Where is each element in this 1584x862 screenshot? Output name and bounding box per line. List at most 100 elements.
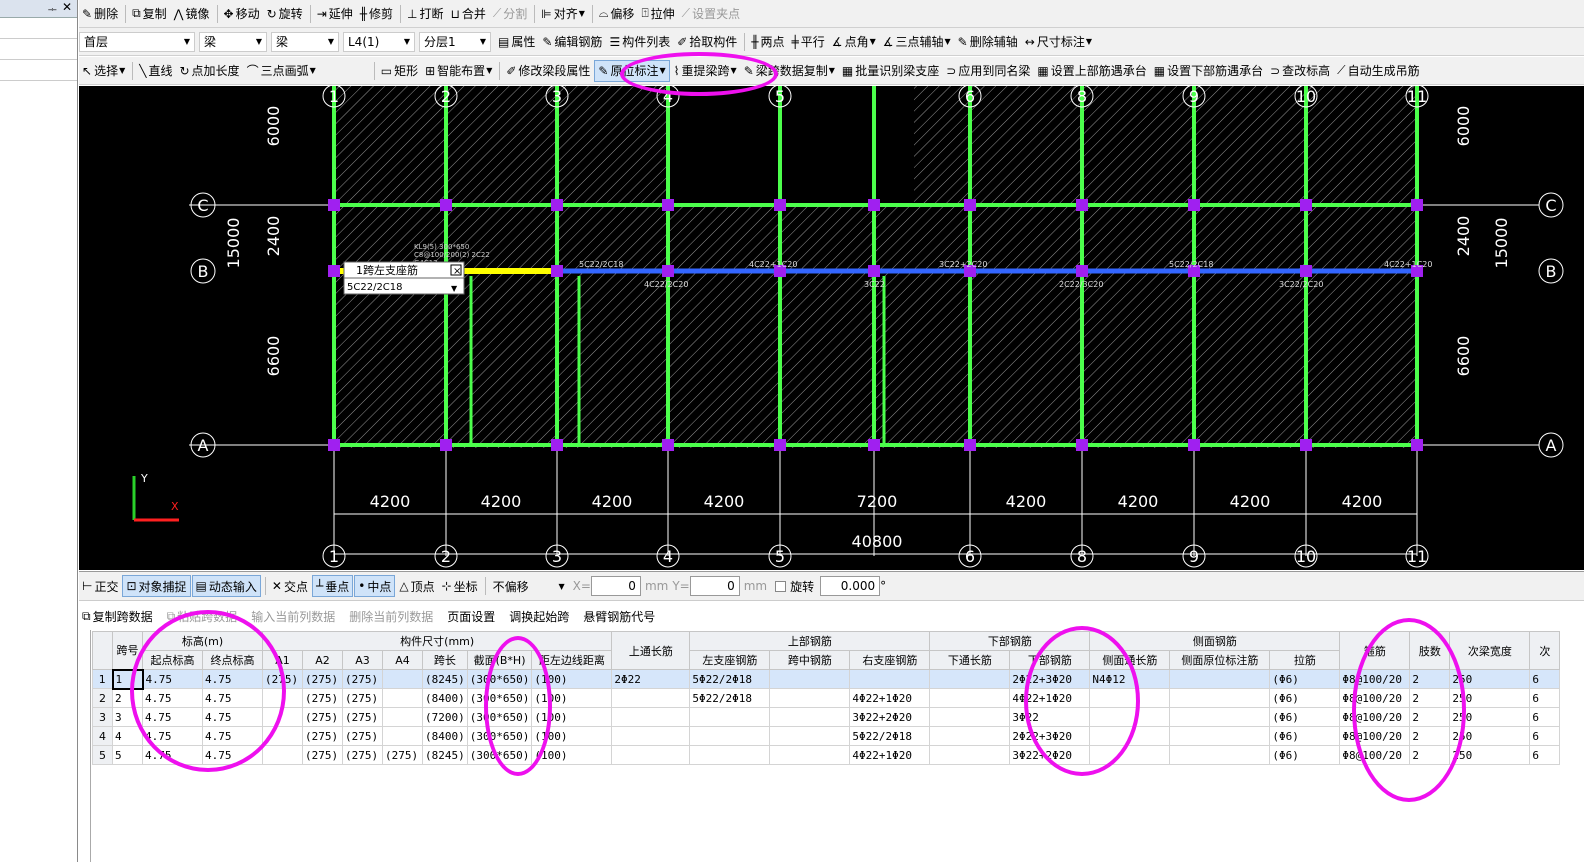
table-cell[interactable]: 250 xyxy=(1449,707,1531,727)
table-cell[interactable]: (8245) xyxy=(422,745,468,765)
split-button[interactable]: ⟋ 分割 xyxy=(490,3,530,25)
table-cell[interactable] xyxy=(611,726,691,746)
left-panel-row[interactable] xyxy=(0,39,77,60)
table-cell[interactable]: (275) xyxy=(342,688,383,708)
table-cell[interactable]: 5Φ22/2Φ18 xyxy=(689,688,771,708)
table-cell[interactable]: 6 xyxy=(1529,726,1561,746)
table-cell[interactable]: 2Φ22 xyxy=(611,669,691,689)
copy-span-data-button[interactable]: ⧉ 复制跨数据 xyxy=(79,606,156,628)
table-cell[interactable]: (275) xyxy=(262,669,303,689)
drawing-canvas[interactable]: 1 2 3 4 5 6 8 9 10 11 1 2 3 4 5 6 8 9 10 11 C C B B A A 6000 6000 24… xyxy=(79,86,1584,570)
floor-select[interactable]: 首层 ▼ xyxy=(79,31,195,52)
check-elevation-button[interactable]: ⊃ 查改标高 xyxy=(1267,60,1333,82)
parallel-button[interactable]: ╪ 平行 xyxy=(789,31,828,53)
table-cell[interactable]: Φ8@100/20 xyxy=(1339,669,1411,689)
merge-button[interactable]: ⊔ 合并 xyxy=(447,3,488,25)
layer-select[interactable]: 分层1 ▼ xyxy=(419,31,491,52)
popup-value-input[interactable]: 5C22/2C18 xyxy=(347,282,403,293)
paste-span-data-button[interactable]: ⧉ 粘贴跨数据 xyxy=(164,606,241,628)
in-situ-annotation-button[interactable]: ✎ 原位标注 ▼ xyxy=(594,59,670,82)
upper-rebar-cap-button[interactable]: ▦ 设置上部筋遇承台 xyxy=(1034,60,1149,82)
table-cell[interactable] xyxy=(262,726,303,746)
table-cell[interactable]: (275) xyxy=(342,745,383,765)
table-cell[interactable]: 2Φ22+3Φ20 xyxy=(1009,669,1091,689)
column-header[interactable]: 侧面原位标注筋 xyxy=(1169,650,1271,670)
select-button[interactable]: ↖ 选择 ▼ xyxy=(79,60,128,82)
auto-gen-button[interactable]: ⟋ 自动生成吊筋 xyxy=(1334,60,1422,82)
perpendicular-snap-button[interactable]: ┴ 垂点 xyxy=(311,575,354,597)
table-cell[interactable]: 6 xyxy=(1529,669,1561,689)
member-list-button[interactable]: ☰ 构件列表 xyxy=(606,31,673,53)
table-cell[interactable]: 250 xyxy=(1449,745,1531,765)
column-header[interactable]: 跨长 xyxy=(422,650,468,670)
table-cell[interactable]: (Φ6) xyxy=(1269,669,1341,689)
table-cell[interactable]: 2 xyxy=(1409,688,1451,708)
table-cell[interactable]: 6 xyxy=(1529,707,1561,727)
table-cell[interactable]: 2Φ22+3Φ20 xyxy=(1009,726,1091,746)
chevron-down-icon[interactable]: ▼ xyxy=(451,284,458,293)
table-cell[interactable]: (300*650) xyxy=(466,745,533,765)
rectangle-button[interactable]: ▭ 矩形 xyxy=(378,60,421,82)
table-cell[interactable]: (275) xyxy=(342,726,383,746)
table-cell[interactable]: 4.75 xyxy=(202,745,263,765)
swap-start-span-button[interactable]: 调换起始跨 xyxy=(506,606,572,628)
dropdown-arrow-icon[interactable]: ▼ xyxy=(579,9,585,18)
table-cell[interactable]: (100) xyxy=(531,688,613,708)
move-button[interactable]: ✥ 移动 xyxy=(221,3,263,25)
table-cell[interactable]: 6 xyxy=(1529,745,1561,765)
table-cell[interactable]: 4.75 xyxy=(142,669,203,689)
table-row[interactable]: 4 4 4.75 4.75 (275) (275) (8400) (300*650) (100)… xyxy=(92,726,1561,746)
table-cell[interactable] xyxy=(1169,707,1271,727)
table-cell[interactable]: (8400) xyxy=(422,688,468,708)
table-cell[interactable] xyxy=(262,688,303,708)
lower-rebar-cap-button[interactable]: ▦ 设置下部筋遇承台 xyxy=(1151,60,1266,82)
table-cell[interactable]: 2 xyxy=(1409,707,1451,727)
table-cell[interactable]: (275) xyxy=(342,707,383,727)
pin-icon[interactable]: ᆠ xyxy=(48,1,57,16)
table-cell[interactable] xyxy=(1169,745,1271,765)
column-header[interactable]: 下部钢筋 xyxy=(1009,650,1091,670)
table-cell[interactable]: 3Φ22+2Φ20 xyxy=(849,707,931,727)
left-panel-row[interactable] xyxy=(0,60,77,81)
table-row[interactable]: 5 5 4.75 4.75 (275) (275) (275) (8245) (300*650)… xyxy=(92,745,1561,765)
table-cell[interactable] xyxy=(611,707,691,727)
table-cell[interactable]: 6 xyxy=(1529,688,1561,708)
table-cell[interactable] xyxy=(929,688,1011,708)
table-cell[interactable]: 4.75 xyxy=(142,745,203,765)
table-cell[interactable]: 4.75 xyxy=(202,669,263,689)
table-cell[interactable]: 4.75 xyxy=(142,688,203,708)
dropdown-arrow-icon[interactable]: ▼ xyxy=(870,37,876,46)
pick-member-button[interactable]: ✐ 拾取构件 xyxy=(674,31,740,53)
column-header[interactable]: A2 xyxy=(302,650,343,670)
table-cell[interactable]: 2 xyxy=(112,688,143,708)
table-cell[interactable] xyxy=(611,688,691,708)
modify-span-button[interactable]: ✐ 修改梁段属性 xyxy=(503,60,593,82)
trim-button[interactable]: ╫ 修剪 xyxy=(357,3,396,25)
apply-same-name-button[interactable]: ⊃ 应用到同名梁 xyxy=(943,60,1033,82)
table-cell[interactable] xyxy=(689,707,771,727)
table-cell[interactable]: 2 xyxy=(1409,669,1451,689)
table-cell[interactable]: (300*650) xyxy=(466,707,533,727)
two-point-button[interactable]: ╫ 两点 xyxy=(748,31,787,53)
left-panel-row[interactable] xyxy=(0,18,77,39)
x-input[interactable]: 0 xyxy=(590,576,641,596)
table-cell[interactable]: 1 xyxy=(111,668,144,690)
dropdown-arrow-icon[interactable]: ▼ xyxy=(1086,37,1092,46)
column-header[interactable]: 下通长筋 xyxy=(929,650,1011,670)
dropdown-arrow-icon[interactable]: ▼ xyxy=(829,66,835,75)
table-cell[interactable]: 5 xyxy=(112,745,143,765)
table-cell[interactable]: 4.75 xyxy=(202,688,263,708)
table-cell[interactable]: Φ8@100/20 xyxy=(1339,707,1411,727)
table-cell[interactable]: 3Φ22 xyxy=(1009,707,1091,727)
table-row[interactable]: 2 2 4.75 4.75 (275) (275) (8400) (300*650) (100)… xyxy=(92,688,1561,708)
table-cell[interactable]: 3Φ22+2Φ20 xyxy=(1009,745,1091,765)
table-cell[interactable]: (275) xyxy=(302,669,343,689)
table-cell[interactable] xyxy=(769,745,851,765)
table-cell[interactable]: (275) xyxy=(302,745,343,765)
table-cell[interactable]: (300*650) xyxy=(466,726,533,746)
rotate-button[interactable]: ↻ 旋转 xyxy=(264,3,306,25)
rotate-checkbox[interactable] xyxy=(775,580,787,592)
table-cell[interactable]: (275) xyxy=(342,669,383,689)
rotate-input[interactable]: 0.000 xyxy=(820,576,881,596)
midpoint-snap-button[interactable]: • 中点 xyxy=(354,575,396,597)
